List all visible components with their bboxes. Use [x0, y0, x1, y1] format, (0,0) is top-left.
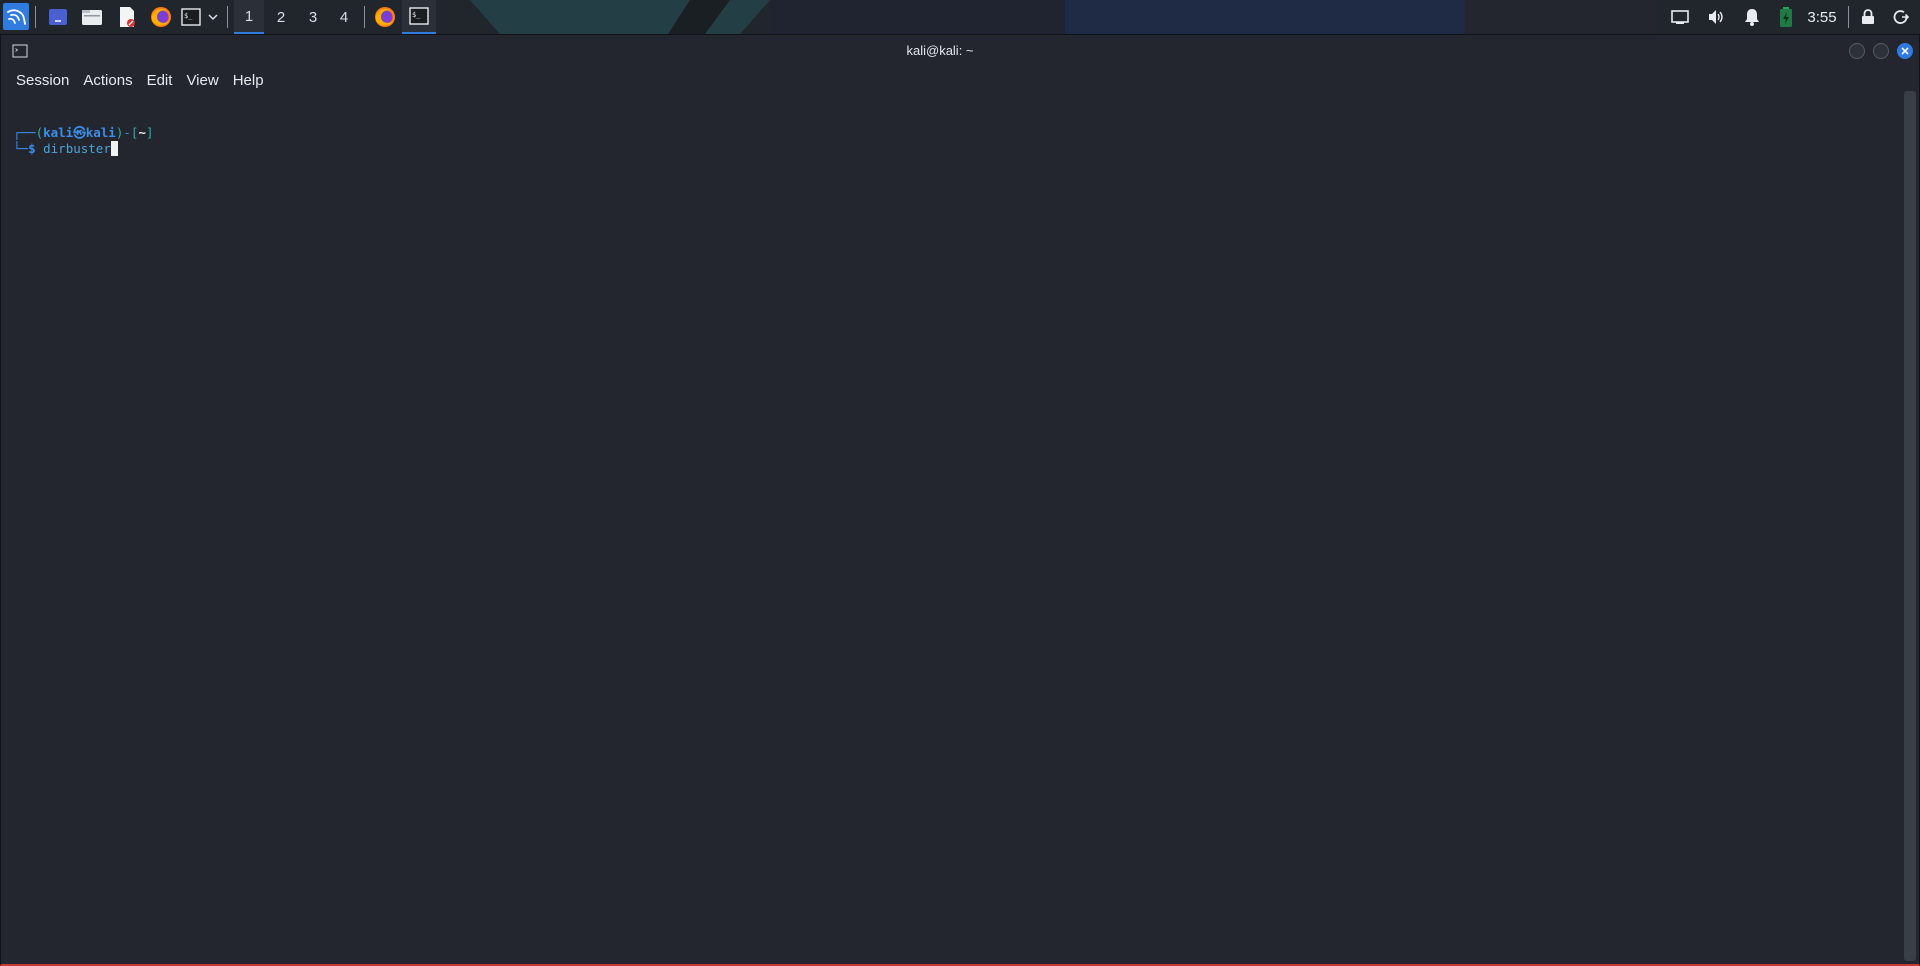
logout-button[interactable] [1890, 0, 1912, 34]
terminal-output[interactable]: ┌──(kali㉿kali)-[~] └─$ dirbuster [1, 97, 1899, 963]
task-firefox[interactable] [371, 0, 399, 34]
notification-icon [1745, 9, 1759, 26]
battery-button[interactable] [1775, 0, 1797, 34]
minimize-button[interactable] [1849, 43, 1865, 59]
menu-actions[interactable]: Actions [76, 67, 139, 95]
prompt-host: kali [85, 125, 116, 140]
close-button[interactable] [1897, 43, 1913, 59]
prompt-line-2: └─$ dirbuster [13, 141, 118, 157]
text-editor-icon [120, 7, 135, 27]
terminal-icon: $_ [409, 7, 429, 25]
workspace-4[interactable]: 4 [329, 0, 359, 34]
scrollbar[interactable] [1901, 91, 1919, 961]
workspace-3[interactable]: 3 [298, 0, 328, 34]
notifications-button[interactable] [1740, 0, 1764, 34]
menu-session[interactable]: Session [9, 67, 76, 95]
clock-label: 3:55 [1807, 8, 1837, 26]
lock-screen-button[interactable] [1857, 0, 1879, 34]
workspace-2[interactable]: 2 [266, 0, 296, 34]
prompt-dash: - [123, 125, 131, 140]
close-icon [1901, 47, 1909, 55]
clock[interactable]: 3:55 [1800, 0, 1844, 34]
firefox-icon [151, 7, 171, 27]
workspace-label: 3 [308, 8, 318, 26]
file-manager-button[interactable] [79, 0, 105, 34]
kali-dragon-icon [7, 8, 26, 25]
menu-edit[interactable]: Edit [140, 67, 180, 95]
top-panel: $_ 1 2 3 4 $_ 3:55 [0, 0, 1920, 34]
prompt-cwd: ~ [138, 125, 146, 140]
terminal-window: kali@kali: ~ Session Actions Edit View H… [0, 34, 1920, 966]
command-text: dirbuster [43, 141, 111, 156]
window-titlebar[interactable]: kali@kali: ~ [1, 35, 1919, 67]
prompt-user: kali [43, 125, 74, 140]
workspace-label: 2 [276, 8, 286, 26]
firefox-launcher[interactable] [147, 0, 175, 34]
logout-icon [1893, 10, 1909, 24]
workspace-label: 4 [339, 8, 349, 26]
text-cursor [110, 141, 118, 156]
kali-menu-button[interactable] [3, 3, 29, 30]
panel-separator [364, 6, 365, 28]
battery-icon [1780, 7, 1792, 27]
chevron-down-icon [208, 14, 218, 21]
panel-separator [35, 6, 36, 28]
svg-text:$_: $_ [184, 12, 193, 20]
prompt-line-1: ┌──(kali㉿kali)-[~] [13, 125, 154, 141]
window-title: kali@kali: ~ [906, 43, 974, 58]
workspace-label: 1 [244, 7, 254, 25]
prompt-corner: └─ [13, 141, 29, 156]
desktop-icon [49, 9, 67, 25]
terminal-launcher[interactable]: $_ [178, 0, 204, 34]
menu-help[interactable]: Help [226, 67, 271, 95]
prompt-open-paren: ( [35, 125, 44, 140]
scrollbar-thumb[interactable] [1904, 91, 1916, 961]
volume-button[interactable] [1704, 0, 1728, 34]
prompt-dollar: $ [28, 141, 36, 156]
workspace-1[interactable]: 1 [234, 0, 264, 34]
text-editor-button[interactable] [114, 0, 140, 34]
panel-separator [227, 6, 228, 28]
display-button[interactable] [1668, 0, 1692, 34]
file-manager-icon [82, 10, 102, 25]
task-terminal[interactable]: $_ [402, 0, 436, 34]
svg-text:$_: $_ [412, 11, 421, 19]
prompt-corner: ┌── [13, 125, 36, 140]
launcher-dropdown[interactable] [206, 0, 220, 34]
prompt-close-bracket: ] [145, 125, 154, 140]
volume-icon [1709, 10, 1723, 24]
prompt-at: ㉿ [73, 125, 86, 140]
lock-icon [1862, 9, 1874, 24]
firefox-icon [375, 7, 395, 27]
show-desktop-button[interactable] [45, 0, 71, 34]
menu-view[interactable]: View [179, 67, 225, 95]
panel-separator [1848, 6, 1849, 28]
terminal-icon: $_ [181, 8, 201, 26]
display-icon [1671, 10, 1689, 24]
menu-bar: Session Actions Edit View Help [1, 67, 1919, 95]
maximize-button[interactable] [1873, 43, 1889, 59]
